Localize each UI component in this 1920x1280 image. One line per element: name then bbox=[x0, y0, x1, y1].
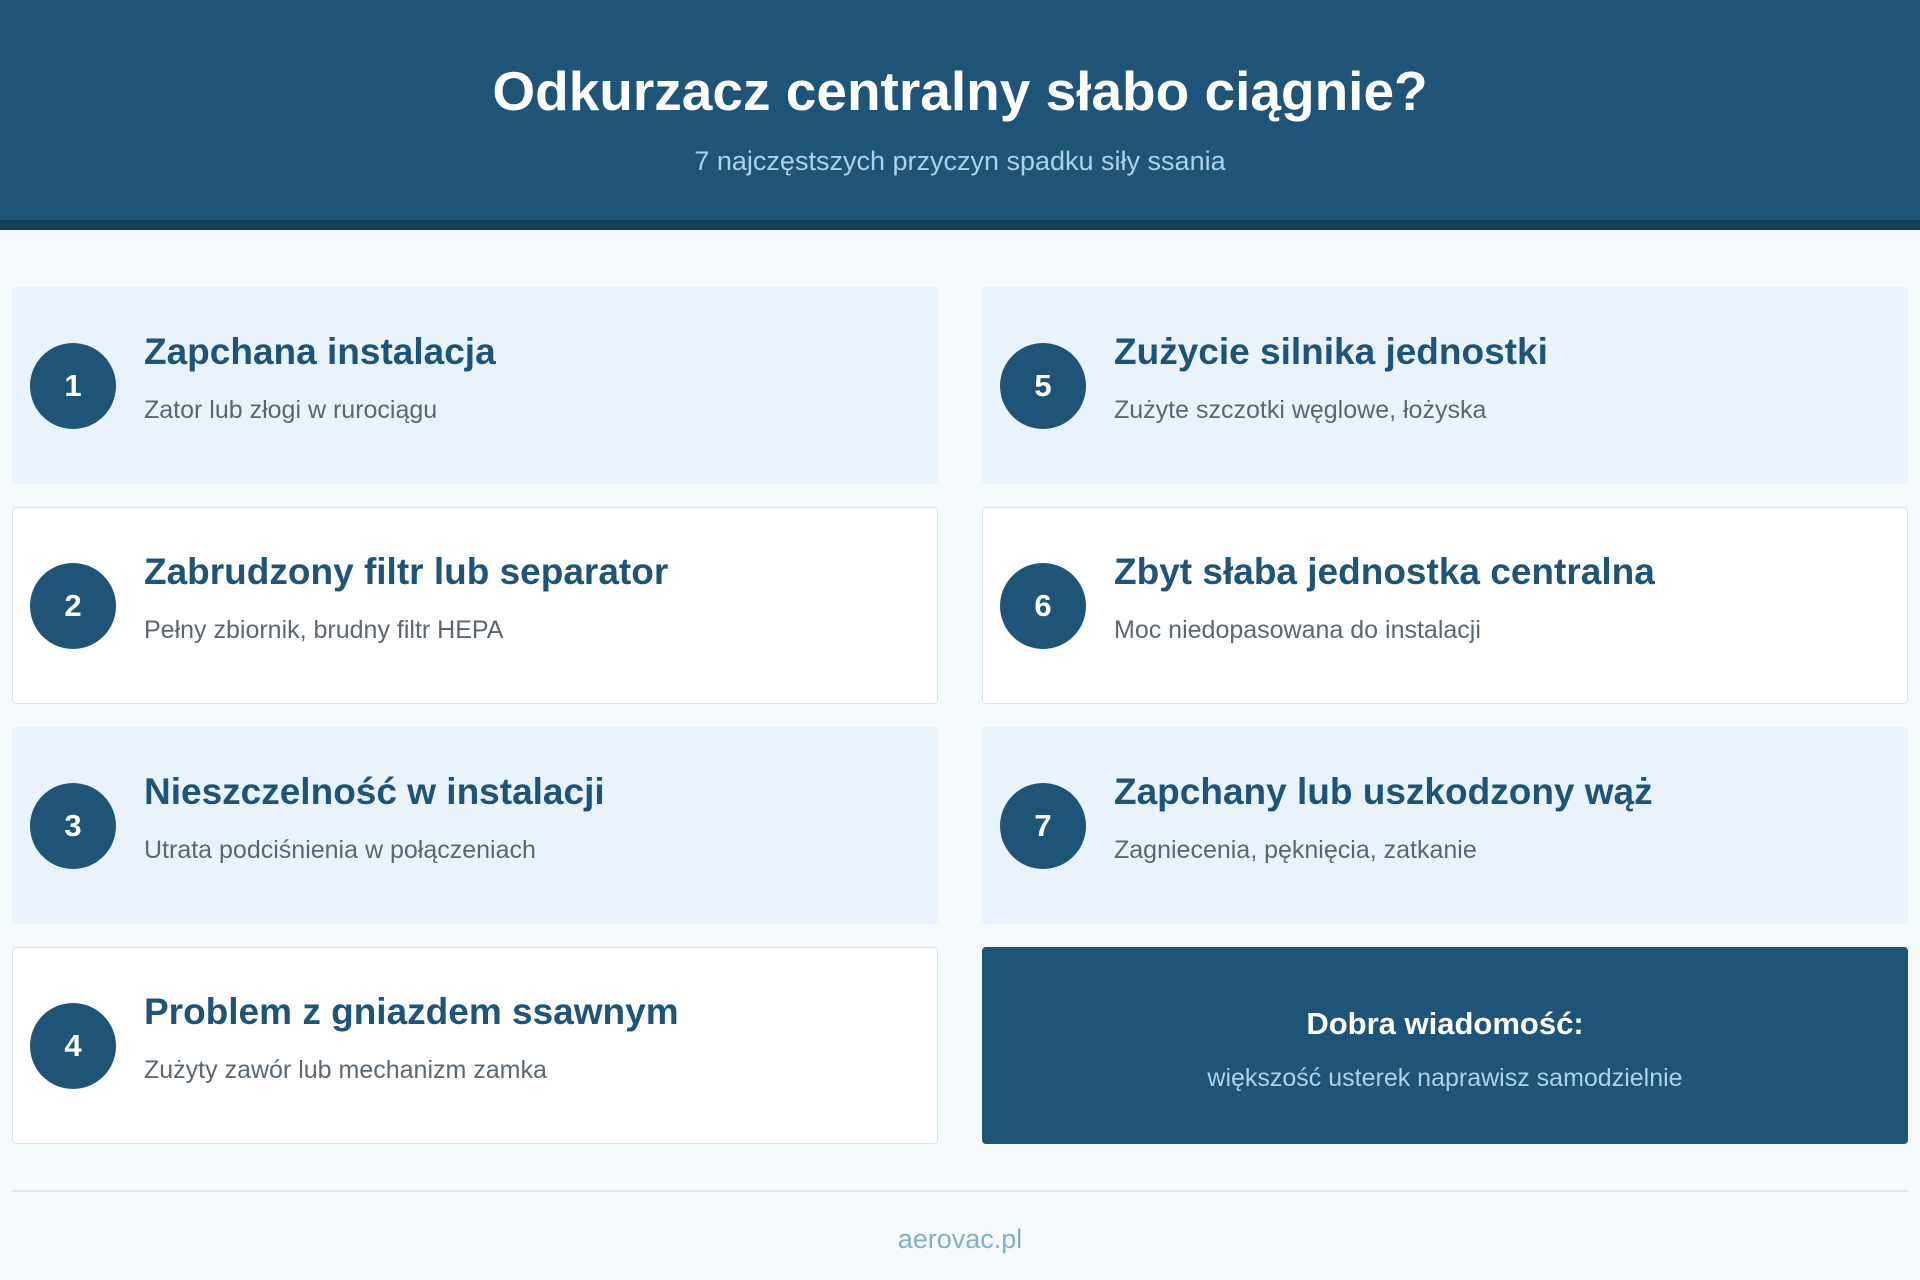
footer-divider bbox=[12, 1190, 1908, 1192]
cause-card-3: 3 Nieszczelność w instalacji Utrata podc… bbox=[12, 727, 938, 924]
good-news-text: większość usterek naprawisz samodzielnie bbox=[1207, 1064, 1683, 1092]
cause-description: Zagniecenia, pęknięcia, zatkanie bbox=[1114, 836, 1477, 864]
cause-title: Zbyt słaba jednostka centralna bbox=[1114, 551, 1655, 592]
cause-title: Zapchany lub uszkodzony wąż bbox=[1114, 771, 1653, 812]
footer-site-link[interactable]: aerovac.pl bbox=[0, 1222, 1920, 1256]
cause-description: Moc niedopasowana do instalacji bbox=[1114, 616, 1481, 644]
cause-number-badge: 2 bbox=[30, 563, 116, 649]
cause-title: Zużycie silnika jednostki bbox=[1114, 331, 1548, 372]
cause-card-2: 2 Zabrudzony filtr lub separator Pełny z… bbox=[12, 507, 938, 704]
cause-card-5: 5 Zużycie silnika jednostki Zużyte szczo… bbox=[982, 287, 1908, 484]
cause-card-4: 4 Problem z gniazdem ssawnym Zużyty zawó… bbox=[12, 947, 938, 1144]
cause-number-badge: 3 bbox=[30, 783, 116, 869]
good-news-box: Dobra wiadomość: większość usterek napra… bbox=[982, 947, 1908, 1144]
cause-number-badge: 4 bbox=[30, 1003, 116, 1089]
cause-description: Zator lub złogi w rurociągu bbox=[144, 396, 438, 424]
cause-title: Zabrudzony filtr lub separator bbox=[144, 551, 669, 592]
cause-title: Zapchana instalacja bbox=[144, 331, 496, 372]
causes-grid: 1 Zapchana instalacja Zator lub złogi w … bbox=[12, 287, 1908, 1144]
cause-number-badge: 5 bbox=[1000, 343, 1086, 429]
cause-number-badge: 7 bbox=[1000, 783, 1086, 869]
good-news-title: Dobra wiadomość: bbox=[1306, 1006, 1584, 1041]
cause-number-badge: 1 bbox=[30, 343, 116, 429]
cause-card-7: 7 Zapchany lub uszkodzony wąż Zagnieceni… bbox=[982, 727, 1908, 924]
cause-title: Problem z gniazdem ssawnym bbox=[144, 991, 679, 1032]
cause-description: Utrata podciśnienia w połączeniach bbox=[144, 836, 536, 864]
page-subtitle: 7 najczęstszych przyczyn spadku siły ssa… bbox=[694, 146, 1226, 176]
cause-title: Nieszczelność w instalacji bbox=[144, 771, 605, 812]
cause-number-badge: 6 bbox=[1000, 563, 1086, 649]
page-header: Odkurzacz centralny słabo ciągnie? 7 naj… bbox=[0, 0, 1920, 230]
cause-description: Zużyte szczotki węglowe, łożyska bbox=[1114, 396, 1487, 424]
cause-card-1: 1 Zapchana instalacja Zator lub złogi w … bbox=[12, 287, 938, 484]
cause-description: Pełny zbiornik, brudny filtr HEPA bbox=[144, 616, 504, 644]
cause-description: Zużyty zawór lub mechanizm zamka bbox=[144, 1056, 547, 1084]
cause-card-6: 6 Zbyt słaba jednostka centralna Moc nie… bbox=[982, 507, 1908, 704]
page-title: Odkurzacz centralny słabo ciągnie? bbox=[492, 60, 1428, 122]
